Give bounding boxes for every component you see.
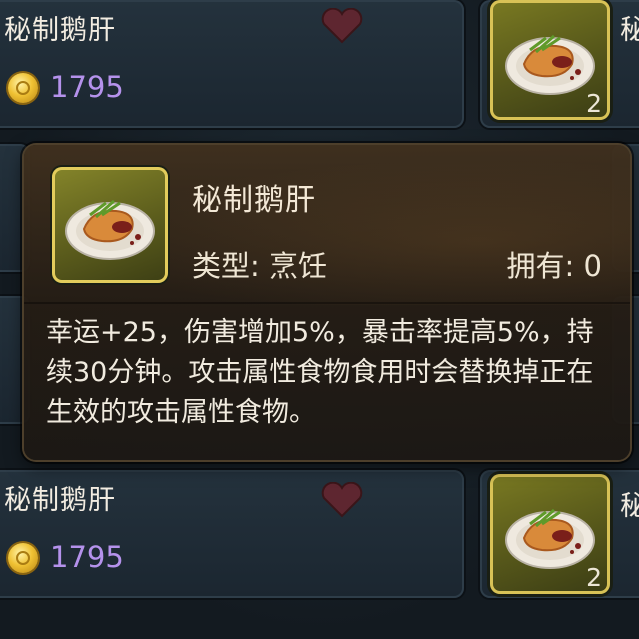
tooltip-description: 幸运+25，伤害增加5%，暴击率提高5%，持续30分钟。攻击属性食物食用时会替换… xyxy=(46,317,594,428)
item-price: 1795 xyxy=(50,70,124,104)
item-slot[interactable]: 2 xyxy=(490,0,610,120)
item-name: 秘制鹅肝 xyxy=(4,485,116,516)
foie-gras-dish-icon xyxy=(65,199,155,260)
item-quantity: 2 xyxy=(586,89,602,118)
gold-coin-icon xyxy=(8,73,38,103)
foie-gras-dish-icon xyxy=(505,508,595,569)
tooltip-item-frame xyxy=(52,167,168,283)
item-tooltip: 秘制鹅肝 类型: 烹饪 拥有: 0 幸运+25，伤害增加5%，暴击率提高5%，持… xyxy=(24,145,630,460)
tooltip-title: 秘制鹅肝 xyxy=(192,183,316,218)
item-price: 1795 xyxy=(50,540,124,574)
tooltip-divider xyxy=(24,302,630,304)
heart-icon[interactable] xyxy=(320,482,364,518)
gold-coin-icon xyxy=(8,543,38,573)
item-quantity: 2 xyxy=(586,563,602,592)
tooltip-owned-count: 拥有: 0 xyxy=(506,249,602,283)
tooltip-type: 类型: 烹饪 xyxy=(192,249,327,283)
item-slot[interactable]: 2 xyxy=(490,474,610,594)
item-name: 秘制鹅肝 xyxy=(4,15,116,46)
heart-icon[interactable] xyxy=(320,8,364,44)
item-name-partial: 秘 xyxy=(620,15,639,46)
shop-item-card[interactable]: 秘制鹅肝 1795 xyxy=(0,470,464,598)
item-name-partial: 秘 xyxy=(620,491,639,522)
foie-gras-dish-icon xyxy=(505,34,595,95)
shop-item-card[interactable]: 秘制鹅肝 1795 xyxy=(0,0,464,128)
